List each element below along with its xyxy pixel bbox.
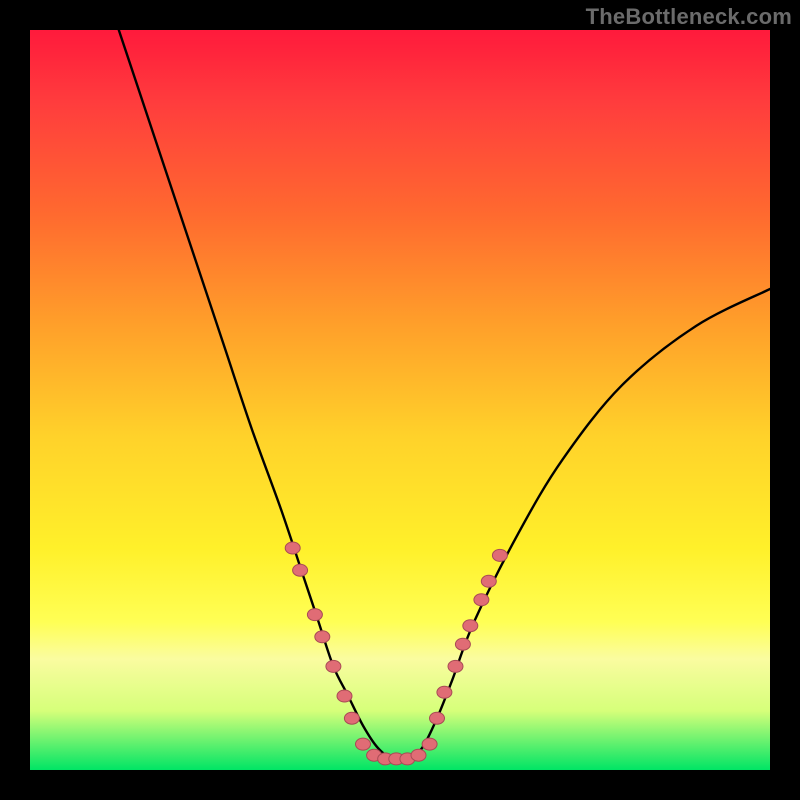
data-marker <box>285 542 300 554</box>
marker-group <box>285 542 507 765</box>
data-marker <box>463 620 478 632</box>
data-marker <box>315 631 330 643</box>
chart-frame: TheBottleneck.com <box>0 0 800 800</box>
data-marker <box>344 712 359 724</box>
data-marker <box>455 638 470 650</box>
data-marker <box>474 594 489 606</box>
data-marker <box>422 738 437 750</box>
data-marker <box>411 749 426 761</box>
chart-svg <box>30 30 770 770</box>
data-marker <box>481 575 496 587</box>
data-marker <box>337 690 352 702</box>
data-marker <box>492 549 507 561</box>
plot-area <box>30 30 770 770</box>
data-marker <box>356 738 371 750</box>
data-marker <box>430 712 445 724</box>
data-marker <box>293 564 308 576</box>
data-marker <box>448 660 463 672</box>
data-marker <box>437 686 452 698</box>
data-marker <box>307 609 322 621</box>
bottleneck-curve-path <box>119 30 770 760</box>
data-marker <box>326 660 341 672</box>
watermark-text: TheBottleneck.com <box>586 4 792 30</box>
